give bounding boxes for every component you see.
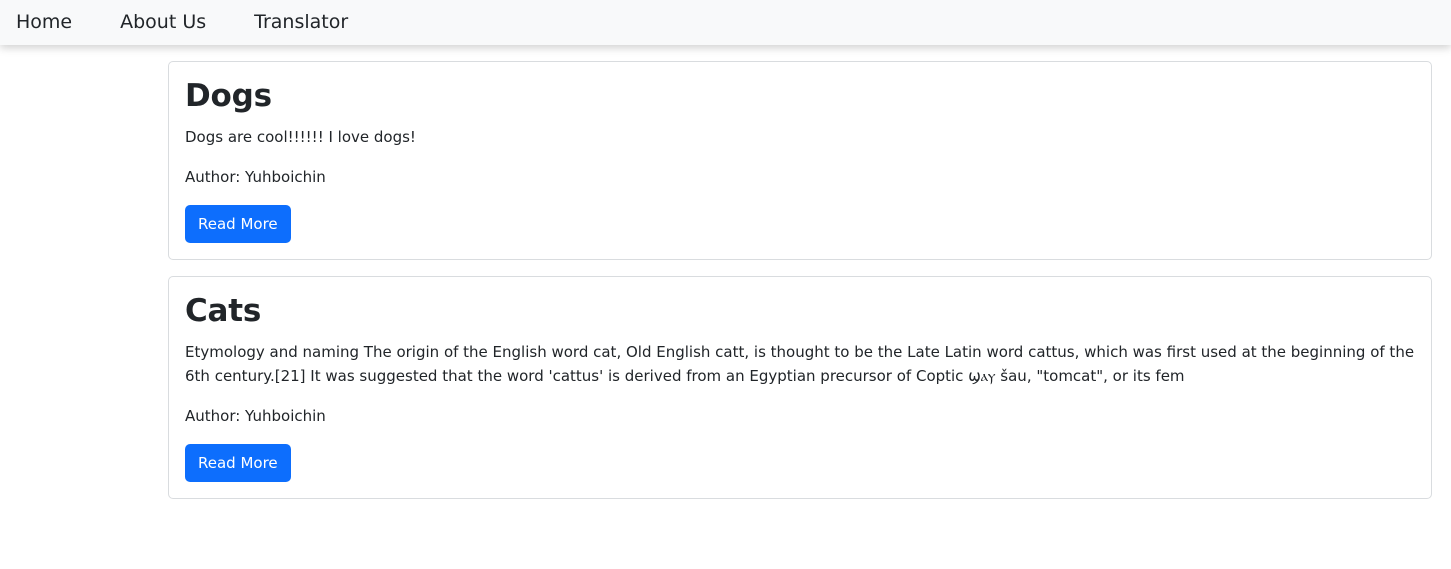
nav-link-about-us[interactable]: About Us — [120, 0, 206, 45]
post-body: Etymology and naming The origin of the E… — [185, 343, 1415, 386]
posts-list: Dogs Dogs are cool!!!!!! I love dogs! Au… — [168, 61, 1432, 515]
post-author: Author: Yuhboichin — [185, 168, 326, 187]
post-card-cats: Cats Etymology and naming The origin of … — [168, 276, 1432, 500]
read-more-button[interactable]: Read More — [185, 444, 291, 483]
post-body: Dogs are cool!!!!!! I love dogs! — [185, 128, 416, 147]
post-author: Author: Yuhboichin — [185, 407, 326, 426]
post-title: Cats — [185, 293, 262, 330]
post-card-dogs: Dogs Dogs are cool!!!!!! I love dogs! Au… — [168, 61, 1432, 261]
post-title: Dogs — [185, 78, 272, 114]
top-navbar: Home About Us Translator — [0, 0, 1451, 45]
nav-link-translator[interactable]: Translator — [254, 0, 348, 45]
read-more-button[interactable]: Read More — [185, 205, 291, 244]
nav-link-home[interactable]: Home — [16, 0, 72, 45]
